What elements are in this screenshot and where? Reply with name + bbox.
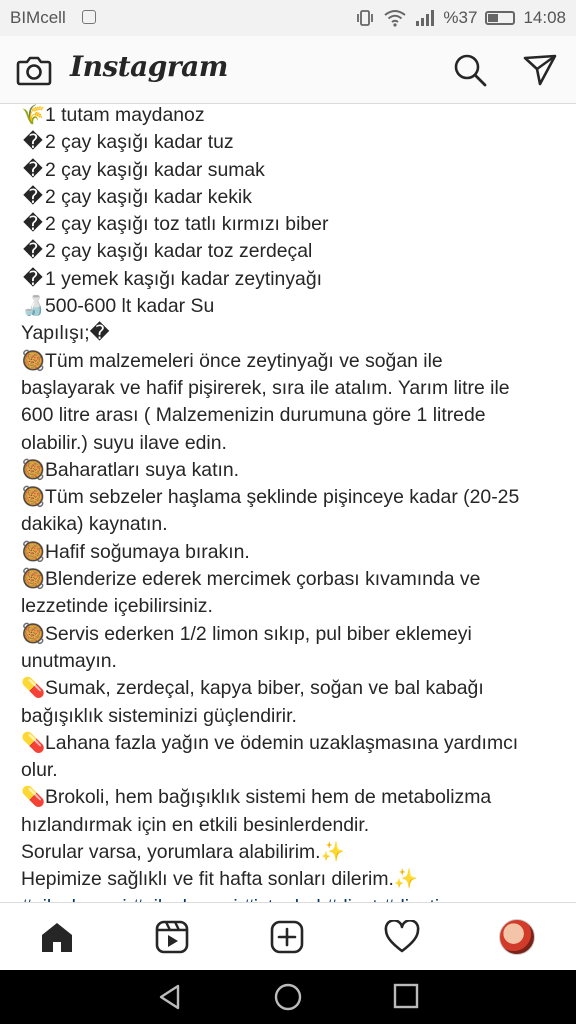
back-icon[interactable] bbox=[156, 983, 184, 1011]
new-post-icon bbox=[270, 920, 304, 954]
caption-line: 🥘Tüm sebzeler haşlama şeklinde pişinceye… bbox=[21, 484, 541, 539]
caption-text: Sorular varsa, yorumlara alabilirim.✨ bbox=[21, 841, 345, 864]
system-navigation-bar bbox=[0, 970, 576, 1024]
search-icon[interactable] bbox=[452, 52, 488, 88]
caption-text: Yapılışı;� bbox=[21, 322, 110, 345]
caption-line: 🥘Baharatları suya katın. bbox=[21, 457, 541, 484]
caption-emoji: 🍶 bbox=[21, 295, 46, 318]
caption-emoji: � bbox=[23, 213, 43, 236]
caption-line: 🥘Hafif soğumaya bırakın. bbox=[21, 539, 541, 566]
new-post-tab[interactable] bbox=[267, 917, 307, 957]
status-icons: %37 14:08 bbox=[355, 8, 566, 28]
caption-text: Hepimize sağlıklı ve fit hafta sonları d… bbox=[21, 868, 419, 891]
caption-emoji: 💊 bbox=[21, 786, 46, 809]
caption-text: 2 çay kaşığı kadar kekik bbox=[45, 185, 252, 208]
caption-text: Blenderize ederek mercimek çorbası kıvam… bbox=[21, 568, 481, 618]
caption-text: Brokoli, hem bağışıklık sistemi hem de m… bbox=[21, 786, 492, 836]
instagram-header: Instagram bbox=[0, 36, 576, 104]
battery-icon bbox=[485, 11, 516, 25]
caption-emoji: � bbox=[23, 240, 43, 263]
reels-icon bbox=[155, 920, 189, 954]
caption-line: � 2 çay kaşığı kadar toz zerdeçal bbox=[21, 238, 541, 265]
caption-text: Tüm sebzeler haşlama şeklinde pişinceye … bbox=[21, 486, 520, 536]
caption-line: � 2 çay kaşığı kadar sumak bbox=[21, 157, 541, 184]
camera-icon[interactable] bbox=[16, 53, 52, 87]
caption-emoji: 💊 bbox=[21, 731, 46, 754]
caption-line: 🥘Servis ederken 1/2 limon sıkıp, pul bib… bbox=[21, 621, 541, 676]
wifi-icon bbox=[384, 10, 407, 27]
signal-icon bbox=[416, 10, 435, 26]
carrier-name: BIMcell bbox=[10, 8, 66, 27]
caption-emoji: � bbox=[23, 267, 43, 290]
caption-text: Sumak, zerdeçal, kapya biber, soğan ve b… bbox=[21, 677, 484, 727]
caption-line: 🌾1 tutam maydanoz bbox=[21, 102, 541, 129]
home-icon bbox=[42, 923, 72, 952]
clock: 14:08 bbox=[523, 8, 566, 27]
caption-text: Hafif soğumaya bırakın. bbox=[45, 540, 250, 563]
caption-line: � 2 çay kaşığı toz tatlı kırmızı biber bbox=[21, 211, 541, 238]
reels-tab[interactable] bbox=[152, 917, 192, 957]
home-circle-icon[interactable] bbox=[273, 982, 303, 1012]
status-bar: BIMcell %37 14:08 bbox=[0, 0, 576, 36]
caption-text: 2 çay kaşığı toz tatlı kırmızı biber bbox=[45, 213, 329, 236]
caption-emoji: 🥘 bbox=[21, 486, 46, 509]
caption-line: 🍶500-600 lt kadar Su bbox=[21, 293, 541, 320]
activity-heart-icon bbox=[384, 920, 420, 953]
sim-card-icon bbox=[82, 10, 96, 24]
caption-emoji: 🥘 bbox=[21, 568, 46, 591]
caption-text: 1 yemek kaşığı kadar zeytinyağı bbox=[45, 267, 322, 290]
caption-text: 2 çay kaşığı kadar sumak bbox=[45, 158, 265, 181]
activity-tab[interactable] bbox=[382, 917, 422, 957]
caption-line: 💊Brokoli, hem bağışıklık sistemi hem de … bbox=[21, 784, 541, 839]
caption-line: � 2 çay kaşığı kadar tuz bbox=[21, 129, 541, 156]
caption-emoji: 🥘 bbox=[21, 540, 46, 563]
caption-line: Hepimize sağlıklı ve fit hafta sonları d… bbox=[21, 866, 541, 893]
caption-text: Tüm malzemeleri önce zeytinyağı ve soğan… bbox=[21, 349, 510, 454]
hashtags[interactable]: #nilaykocaci #nilaykocaci #istanbul #diy… bbox=[21, 894, 541, 902]
caption-line: 💊Lahana fazla yağın ve ödemin uzaklaşmas… bbox=[21, 730, 541, 785]
caption-line: Yapılışı;� bbox=[21, 320, 541, 347]
caption-line: 🥘Tüm malzemeleri önce zeytinyağı ve soğa… bbox=[21, 348, 541, 457]
caption-line: 🥘Blenderize ederek mercimek çorbası kıva… bbox=[21, 566, 541, 621]
home-tab[interactable] bbox=[37, 917, 77, 957]
caption-line: Sorular varsa, yorumlara alabilirim.✨ bbox=[21, 839, 541, 866]
caption-emoji: 🥘 bbox=[21, 458, 46, 481]
battery-level bbox=[488, 14, 499, 22]
caption-emoji: 🥘 bbox=[21, 349, 46, 372]
caption-text: Baharatları suya katın. bbox=[45, 458, 240, 481]
instagram-logo: Instagram bbox=[70, 50, 228, 83]
caption-text: 2 çay kaşığı kadar toz zerdeçal bbox=[45, 240, 313, 263]
direct-message-icon[interactable] bbox=[522, 52, 558, 88]
profile-tab[interactable] bbox=[497, 917, 537, 957]
caption-emoji: 💊 bbox=[21, 677, 46, 700]
post-caption: 🌾1 tutam maydanoz � 2 çay kaşığı kadar tuz… bbox=[21, 102, 541, 902]
caption-text: Servis ederken 1/2 limon sıkıp, pul bibe… bbox=[21, 622, 472, 672]
caption-text: 500-600 lt kadar Su bbox=[45, 295, 215, 318]
caption-line: � 2 çay kaşığı kadar kekik bbox=[21, 184, 541, 211]
caption-text: 1 tutam maydanoz bbox=[45, 104, 205, 126]
recents-icon[interactable] bbox=[393, 983, 419, 1009]
caption-text: Lahana fazla yağın ve ödemin uzaklaşması… bbox=[21, 731, 519, 782]
caption-emoji: � bbox=[23, 131, 43, 154]
caption-emoji: 🥘 bbox=[21, 622, 46, 645]
caption-emoji: � bbox=[23, 185, 43, 208]
battery-percent: %37 bbox=[443, 8, 478, 27]
caption-line: � 1 yemek kaşığı kadar zeytinyağı bbox=[21, 266, 541, 293]
vibrate-icon bbox=[357, 10, 374, 26]
caption-line: 💊Sumak, zerdeçal, kapya biber, soğan ve … bbox=[21, 675, 541, 730]
caption-emoji: 🌾 bbox=[21, 104, 46, 126]
caption-text: 2 çay kaşığı kadar tuz bbox=[45, 131, 234, 154]
profile-avatar bbox=[499, 919, 535, 955]
bottom-navigation bbox=[0, 902, 576, 970]
caption-emoji: � bbox=[23, 158, 43, 181]
